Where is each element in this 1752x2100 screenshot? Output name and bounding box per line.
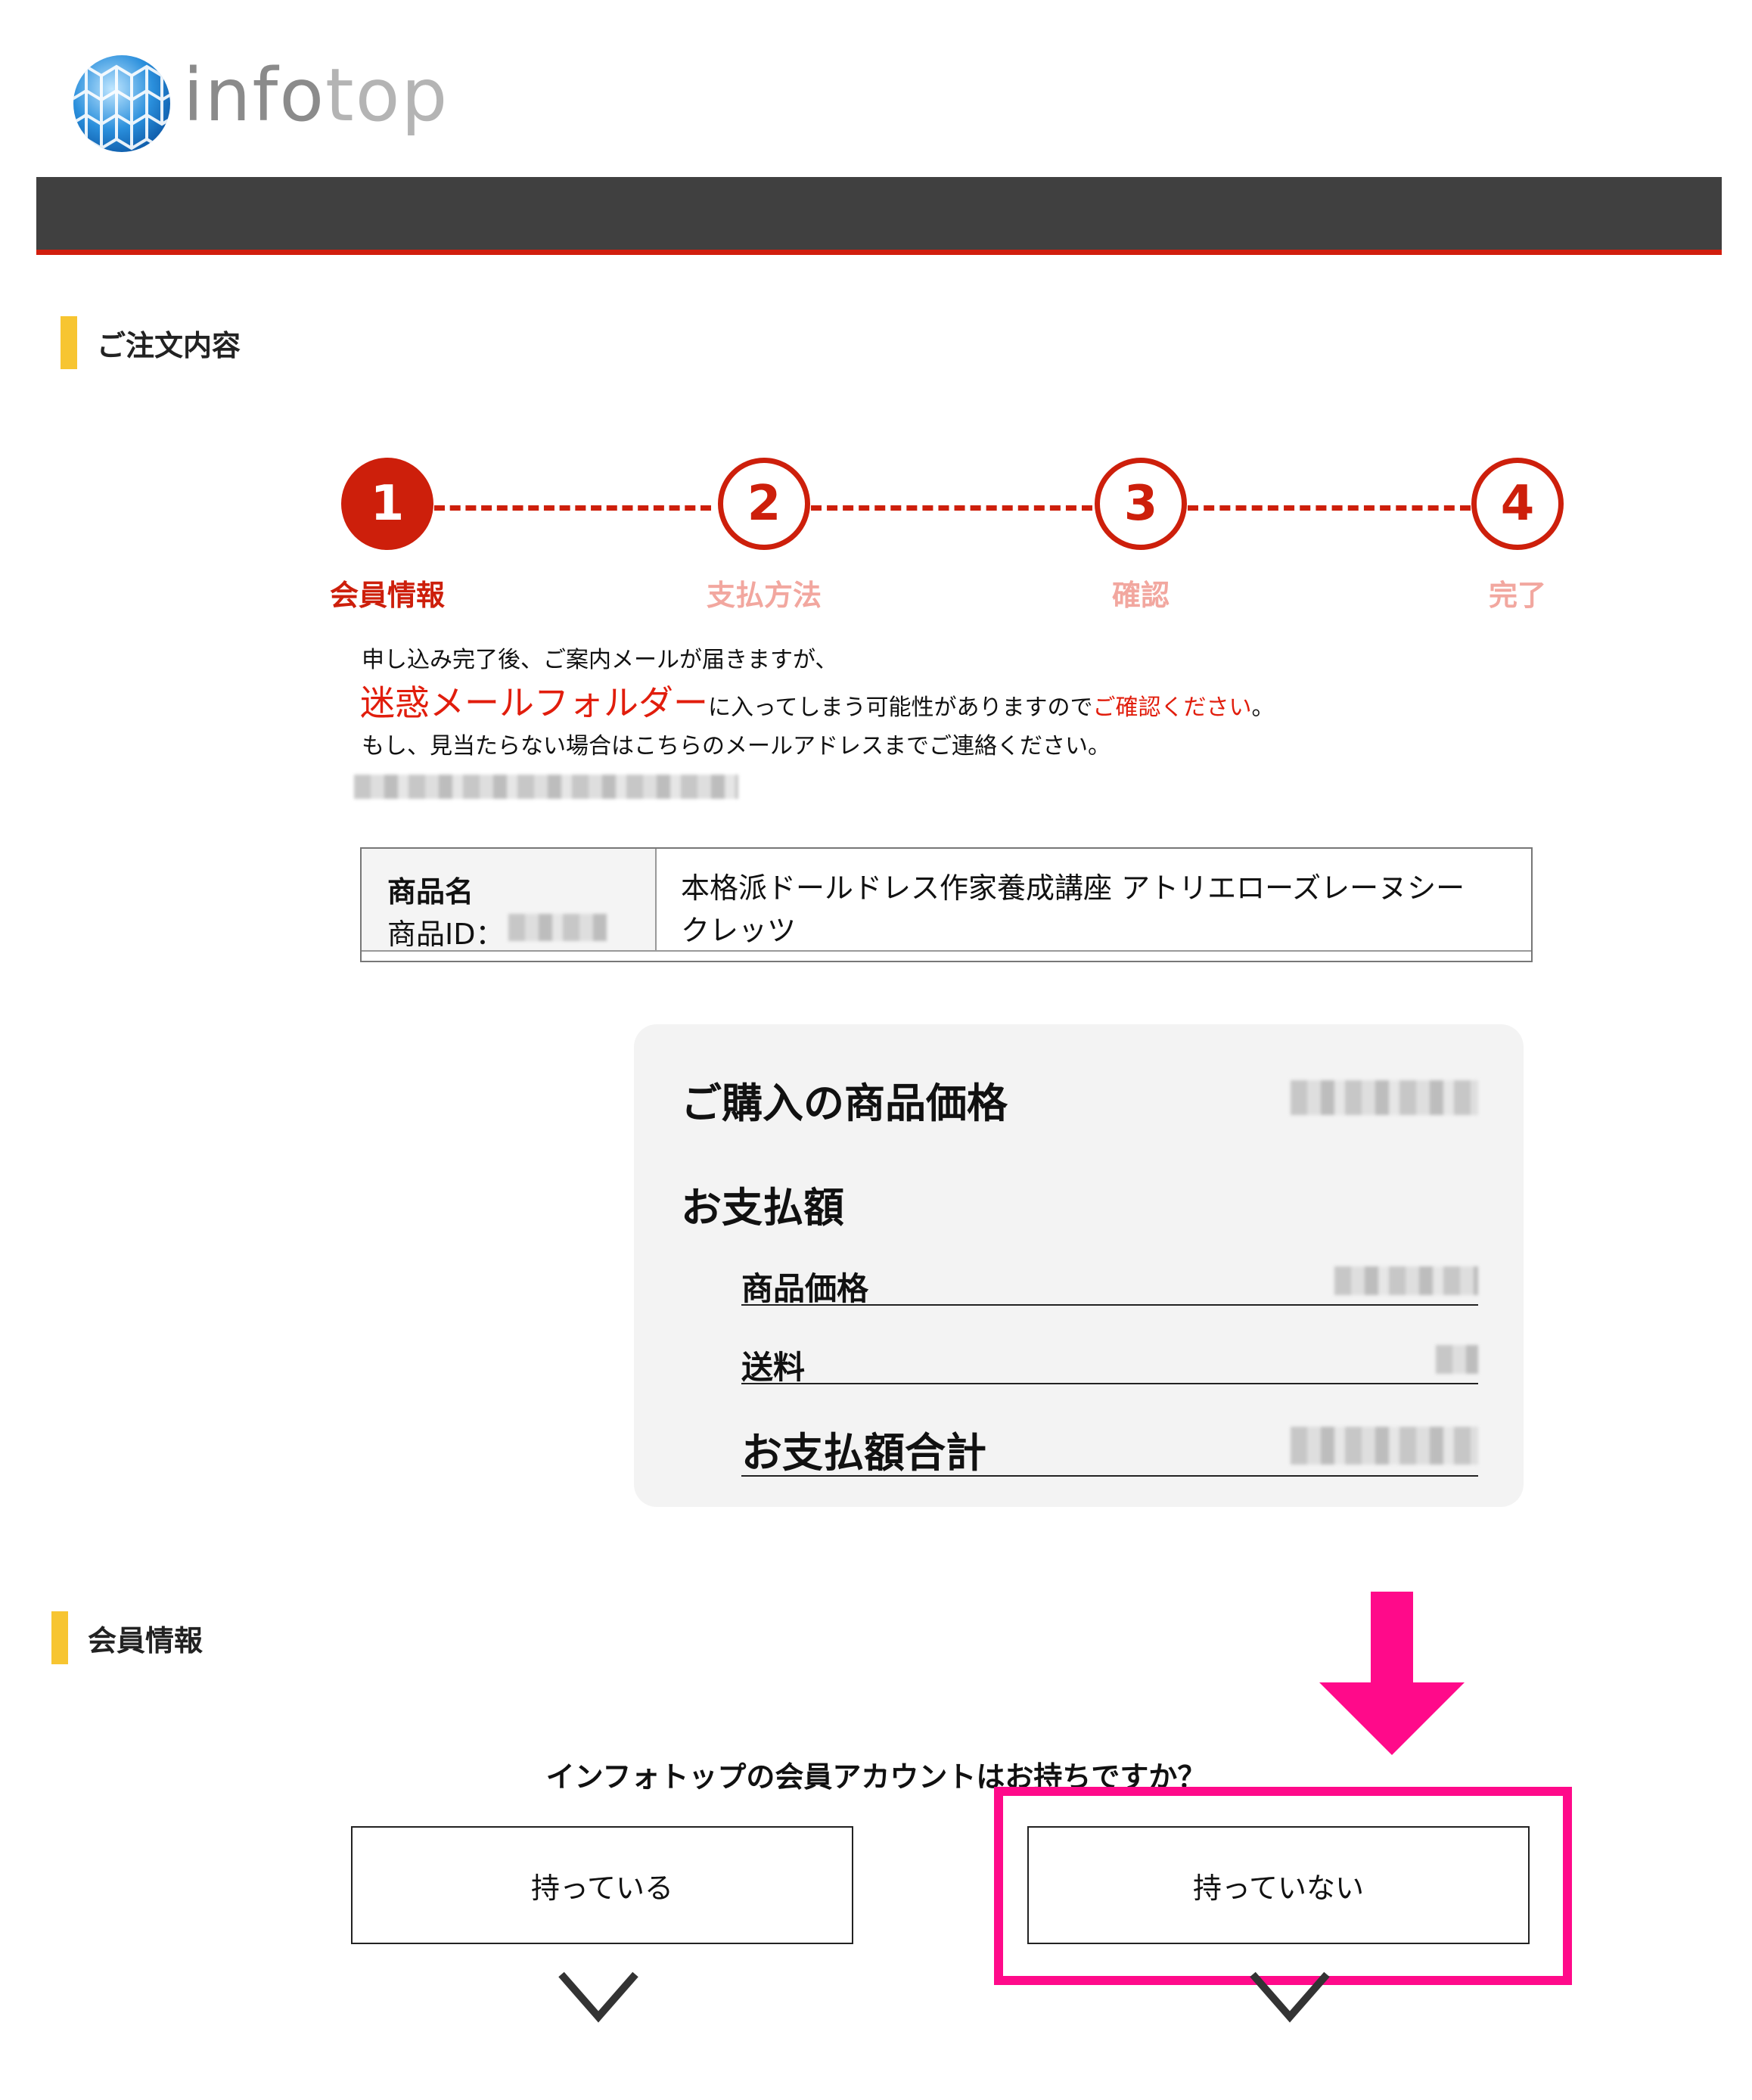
highlight-box <box>994 1787 1572 1985</box>
product-id-redacted <box>508 914 607 941</box>
shipping-row: 送料 <box>741 1342 1478 1386</box>
step-1-label: 会員情報 <box>329 579 445 612</box>
step-3-circle: 3 <box>1095 458 1187 550</box>
notice-line-2-mid: に入ってしまう可能性がありますので <box>708 694 1093 721</box>
brand-name-part2: top <box>325 53 449 138</box>
has-account-button[interactable]: 持っている <box>351 1826 853 1944</box>
total-label: お支払額合計 <box>741 1429 986 1477</box>
step-2-label: 支払方法 <box>706 579 822 612</box>
spam-folder-warning: 迷惑メールフォルダー <box>360 682 708 723</box>
product-name-line-1: 本格派ドールドレス作家養成講座 アトリエローズレーヌシー <box>681 871 1465 905</box>
step-connector <box>1188 505 1471 511</box>
section-accent-bar <box>51 1611 68 1664</box>
product-name-label: 商品名 <box>387 875 474 909</box>
section-accent-bar <box>61 316 77 369</box>
shipping-value-redacted <box>1436 1345 1478 1374</box>
notice-line-1: 申し込み完了後、ご案内メールが届きますが、 <box>362 647 838 673</box>
member-section-title: 会員情報 <box>88 1623 203 1657</box>
brand-name-part1: info <box>183 53 326 138</box>
top-nav-bar <box>36 177 1722 255</box>
price-summary-card: ご購入の商品価格 お支払額 商品価格 送料 お支払額合計 <box>634 1024 1524 1507</box>
product-name-value: 本格派ドールドレス作家養成講座 アトリエローズレーヌシー クレッツ <box>681 867 1465 952</box>
product-table: 商品名 商品ID： 本格派ドールドレス作家養成講座 アトリエローズレーヌシー ク… <box>360 847 1533 962</box>
step-4-circle: 4 <box>1471 458 1564 550</box>
step-1-circle: 1 <box>341 458 433 550</box>
purchase-price-value-redacted <box>1291 1080 1478 1115</box>
chevron-down-icon <box>1250 1971 1330 2023</box>
total-value-redacted <box>1291 1427 1478 1465</box>
product-table-header-cell: 商品名 商品ID： <box>362 849 657 951</box>
order-section-title: ご注文内容 <box>97 328 241 362</box>
step-connector <box>434 505 711 511</box>
total-row: お支払額合計 <box>741 1419 1478 1477</box>
product-id-label: 商品ID： <box>387 918 505 951</box>
notice-line-3: もし、見当たらない場合はこちらのメールアドレスまでご連絡ください。 <box>362 733 1111 760</box>
contact-email-redacted <box>354 775 738 799</box>
step-2-circle: 2 <box>718 458 810 550</box>
item-price-label: 商品価格 <box>741 1270 869 1307</box>
down-arrow-icon <box>1319 1592 1465 1755</box>
payment-label: お支払額 <box>681 1184 844 1232</box>
step-3-label: 確認 <box>1111 579 1170 612</box>
chevron-down-icon <box>558 1971 638 2023</box>
product-name-line-2: クレッツ <box>681 914 797 947</box>
please-check-text: ご確認ください <box>1092 694 1252 721</box>
step-connector <box>811 505 1092 511</box>
shipping-label: 送料 <box>741 1349 806 1386</box>
brand-name: infotop <box>183 59 449 132</box>
notice-line-2: 迷惑メールフォルダーに入ってしまう可能性がありますのでご確認ください。 <box>360 685 1275 720</box>
item-price-row: 商品価格 <box>741 1263 1478 1307</box>
step-4-label: 完了 <box>1488 579 1546 612</box>
item-price-value-redacted <box>1334 1266 1478 1295</box>
table-bottom-rule <box>362 950 1531 952</box>
member-section-heading: 会員情報 <box>51 1611 203 1664</box>
purchase-price-label: ご購入の商品価格 <box>681 1080 1008 1127</box>
order-section-heading: ご注文内容 <box>61 316 241 369</box>
notice-line-2-end: 。 <box>1251 694 1275 721</box>
infotop-logo-icon <box>73 55 170 152</box>
